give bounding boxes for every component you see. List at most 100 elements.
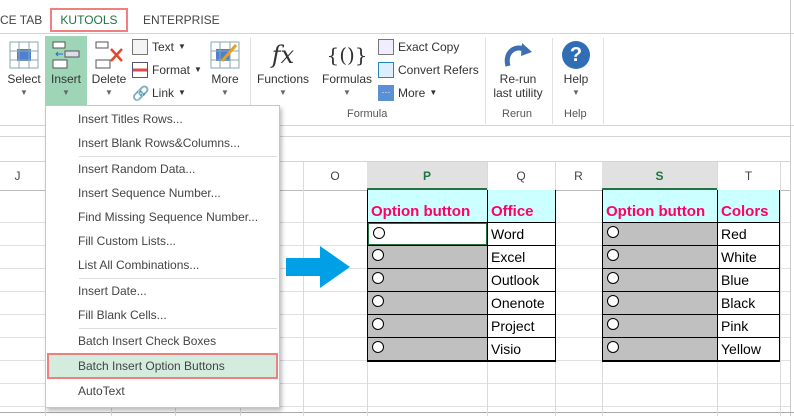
column-header-s[interactable]: S [602, 162, 717, 190]
menu-item-fill-custom-lists[interactable]: Fill Custom Lists... [46, 229, 279, 253]
fx-icon: fx [271, 41, 295, 69]
option-button-cell[interactable] [368, 338, 487, 360]
column-header-p[interactable]: P [367, 162, 487, 190]
column-header-t[interactable]: T [717, 162, 780, 190]
radio-button[interactable] [372, 249, 384, 261]
divider [552, 38, 553, 124]
column-header-q[interactable]: Q [487, 162, 555, 190]
tab-enterprise[interactable]: ENTERPRISE [143, 8, 220, 32]
braces-icon: {()} [326, 43, 368, 67]
option-button-cell[interactable] [368, 315, 487, 337]
header-colors[interactable]: Colors [718, 190, 779, 222]
window-edge [790, 0, 791, 416]
divider [485, 38, 486, 124]
more-formula-button[interactable]: ··· More ▼ [378, 83, 437, 103]
more-button[interactable]: More ▼ [205, 36, 245, 106]
format-icon [132, 62, 148, 78]
menu-item-insert-blank-rows-columns[interactable]: Insert Blank Rows&Columns... [46, 131, 279, 155]
radio-button[interactable] [372, 295, 384, 307]
header-office[interactable]: Office [488, 190, 555, 222]
more-dots-icon: ··· [378, 85, 394, 101]
radio-button[interactable] [607, 272, 619, 284]
menu-item-batch-insert-check-boxes[interactable]: Batch Insert Check Boxes [46, 329, 279, 353]
delete-button[interactable]: Delete ▼ [88, 36, 130, 106]
convert-refers-button[interactable]: Convert Refers [378, 60, 479, 80]
delete-rows-icon [93, 40, 125, 70]
menu-item-autotext[interactable]: AutoText [46, 379, 279, 403]
exact-copy-icon [378, 39, 394, 55]
value-cell[interactable]: Visio [488, 338, 555, 360]
option-button-cell[interactable] [368, 269, 487, 291]
option-button-cell[interactable] [603, 315, 717, 337]
value-cell[interactable]: Onenote [488, 292, 555, 314]
menu-item-list-all-combinations[interactable]: List All Combinations... [46, 253, 279, 277]
column-header-o[interactable]: O [303, 162, 367, 190]
radio-button[interactable] [607, 249, 619, 261]
menu-item-find-missing-sequence-number[interactable]: Find Missing Sequence Number... [46, 205, 279, 229]
link-icon: 🔗 [132, 85, 150, 101]
menu-item-insert-date[interactable]: Insert Date... [46, 279, 279, 303]
link-button[interactable]: 🔗 Link ▼ [132, 83, 186, 103]
menu-item-insert-titles-rows[interactable]: Insert Titles Rows... [46, 107, 279, 131]
option-button-cell[interactable] [368, 246, 487, 268]
value-cell[interactable]: Black [718, 292, 779, 314]
more-grid-pencil-icon [209, 40, 241, 70]
value-cell[interactable]: Blue [718, 269, 779, 291]
value-cell[interactable]: White [718, 246, 779, 268]
exact-copy-button[interactable]: Exact Copy [378, 37, 459, 57]
option-button-cell[interactable] [603, 292, 717, 314]
divider [603, 38, 604, 124]
rerun-button[interactable]: Re-run last utility [488, 36, 548, 106]
functions-button[interactable]: fx Functions ▼ [254, 36, 312, 106]
radio-button[interactable] [607, 341, 619, 353]
value-cell[interactable]: Yellow [718, 338, 779, 360]
option-button-cell[interactable] [603, 338, 717, 360]
column-header-r[interactable]: R [555, 162, 602, 190]
insert-rows-icon [50, 40, 82, 70]
menu-item-insert-sequence-number[interactable]: Insert Sequence Number... [46, 181, 279, 205]
group-label-help: Help [564, 108, 587, 120]
value-cell[interactable]: Project [488, 315, 555, 337]
value-cell[interactable]: Outlook [488, 269, 555, 291]
insert-dropdown-menu: Insert Titles Rows... Insert Blank Rows&… [45, 105, 280, 408]
option-button-cell[interactable] [368, 292, 487, 314]
menu-item-insert-random-data[interactable]: Insert Random Data... [46, 157, 279, 181]
option-button-cell[interactable] [603, 223, 717, 245]
value-cell[interactable]: Red [718, 223, 779, 245]
radio-button[interactable] [372, 272, 384, 284]
value-cell[interactable]: Excel [488, 246, 555, 268]
option-button-cell[interactable] [603, 246, 717, 268]
help-button[interactable]: ? Help ▼ [556, 36, 596, 106]
format-button[interactable]: Format ▼ [132, 60, 202, 80]
radio-button[interactable] [372, 318, 384, 330]
select-icon [8, 40, 40, 70]
rerun-arrow-icon [502, 40, 534, 70]
value-cell[interactable]: Word [488, 223, 555, 245]
radio-button[interactable] [607, 295, 619, 307]
option-button-cell[interactable] [603, 269, 717, 291]
radio-button[interactable] [607, 226, 619, 238]
radio-button[interactable] [373, 227, 385, 239]
radio-button[interactable] [607, 318, 619, 330]
convert-refers-icon [378, 62, 394, 78]
column-header-j[interactable]: J [0, 162, 35, 190]
header-option-button[interactable]: Option button [603, 190, 717, 222]
menu-item-fill-blank-cells[interactable]: Fill Blank Cells... [46, 303, 279, 327]
right-arrow-icon [286, 246, 350, 288]
text-button[interactable]: Text ▼ [132, 37, 186, 57]
formulas-button[interactable]: {()} Formulas ▼ [320, 36, 374, 106]
value-cell[interactable]: Pink [718, 315, 779, 337]
header-option-button[interactable]: Option button [368, 190, 487, 222]
menu-item-batch-insert-option-buttons[interactable]: Batch Insert Option Buttons [47, 353, 278, 379]
text-icon [132, 39, 148, 55]
group-label-rerun: Rerun [502, 108, 532, 120]
group-label-formula: Formula [347, 108, 388, 120]
insert-button[interactable]: Insert ▼ [45, 36, 87, 108]
help-question-icon: ? [560, 40, 592, 70]
radio-button[interactable] [372, 341, 384, 353]
tab-ce-tab[interactable]: CE TAB [0, 8, 42, 32]
option-button-cell[interactable] [368, 223, 487, 245]
window-bottom [0, 412, 794, 413]
select-button[interactable]: Select ▼ [4, 36, 44, 106]
tab-kutools[interactable]: KUTOOLS [50, 8, 128, 32]
